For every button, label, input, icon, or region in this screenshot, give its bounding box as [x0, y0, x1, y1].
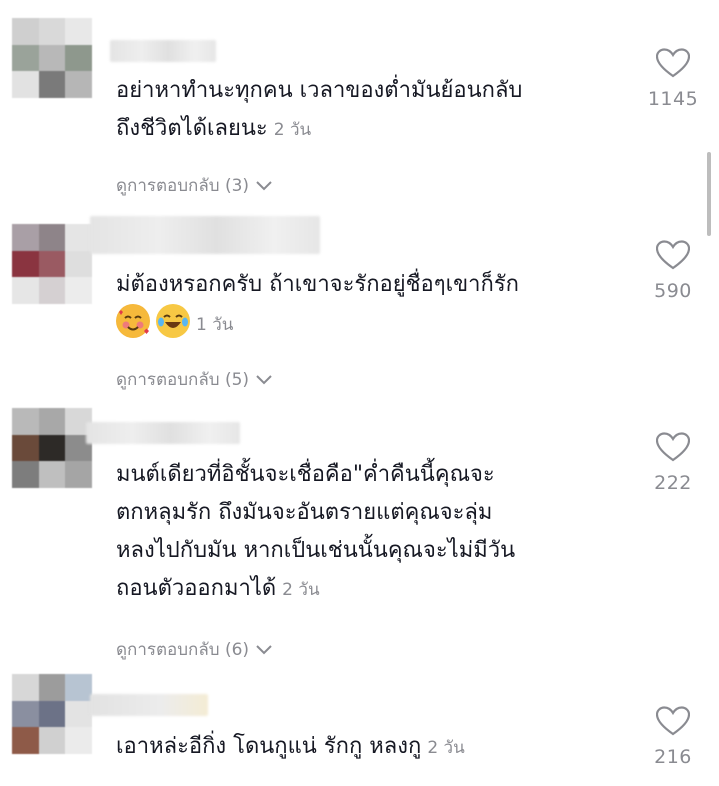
like-button[interactable]: 222	[640, 432, 706, 494]
username-blurred[interactable]	[110, 40, 216, 62]
comment-text: มนต์เดียวที่อิชั้นจะเชื่อคือ"ค่ำคืนนี้คุ…	[116, 462, 516, 601]
comment-time: 2 วัน	[282, 580, 320, 600]
comment-time: 1 วัน	[196, 315, 234, 335]
avatar[interactable]	[12, 408, 92, 488]
avatar[interactable]	[12, 224, 92, 304]
comment-time: 2 วัน	[273, 120, 312, 140]
comment-item: เอาหล่ะอีกิ่ง โดนกูแน่ รักกู หลงกู 2 วัน …	[0, 662, 719, 786]
comment-text: อย่าหาทำนะทุกคน เวลาของต่ำมันย้อนกลับ ถึ…	[116, 78, 523, 141]
chevron-down-icon	[256, 180, 272, 190]
avatar[interactable]	[12, 18, 92, 98]
like-count: 222	[654, 472, 692, 494]
like-count: 1145	[647, 88, 699, 110]
chevron-down-icon	[256, 644, 272, 654]
heart-outline-icon	[656, 48, 690, 78]
heart-outline-icon	[656, 240, 690, 270]
username-blurred[interactable]	[86, 422, 240, 444]
comment-item: อย่าหาทำนะทุกคน เวลาของต่ำมันย้อนกลับ ถึ…	[0, 0, 719, 200]
comment-text: เอาหล่ะอีกิ่ง โดนกูแน่ รักกู หลงกู 2 วัน	[116, 734, 465, 759]
username-blurred[interactable]	[90, 216, 320, 254]
smiling-face-with-hearts-emoji	[116, 304, 150, 338]
view-replies-button[interactable]: ดูการตอบกลับ (5)	[116, 366, 273, 393]
chevron-down-icon	[256, 374, 272, 384]
heart-outline-icon	[656, 432, 690, 462]
like-button[interactable]: 216	[640, 706, 706, 768]
like-count: 216	[654, 746, 692, 768]
comment-text: ม่ต้องหรอกครับ ถ้าเขาจะรักอยู่ชื่อๆเขาก็…	[116, 266, 616, 344]
heart-outline-icon	[656, 706, 690, 736]
comment-item: มนต์เดียวที่อิชั้นจะเชื่อคือ"ค่ำคืนนี้คุ…	[0, 400, 719, 662]
view-replies-button[interactable]: ดูการตอบกลับ (3)	[116, 172, 273, 199]
like-count: 590	[654, 280, 692, 302]
like-button[interactable]: 590	[640, 240, 706, 302]
username-blurred[interactable]	[90, 694, 208, 716]
like-button[interactable]: 1145	[640, 48, 706, 110]
comment-item: ม่ต้องหรอกครับ ถ้าเขาจะรักอยู่ชื่อๆเขาก็…	[0, 200, 719, 400]
tears-of-joy-emoji	[156, 304, 190, 338]
scrollbar[interactable]	[707, 152, 711, 236]
comment-time: 2 วัน	[427, 738, 465, 758]
avatar[interactable]	[12, 674, 92, 754]
view-replies-button[interactable]: ดูการตอบกลับ (6)	[116, 636, 273, 663]
